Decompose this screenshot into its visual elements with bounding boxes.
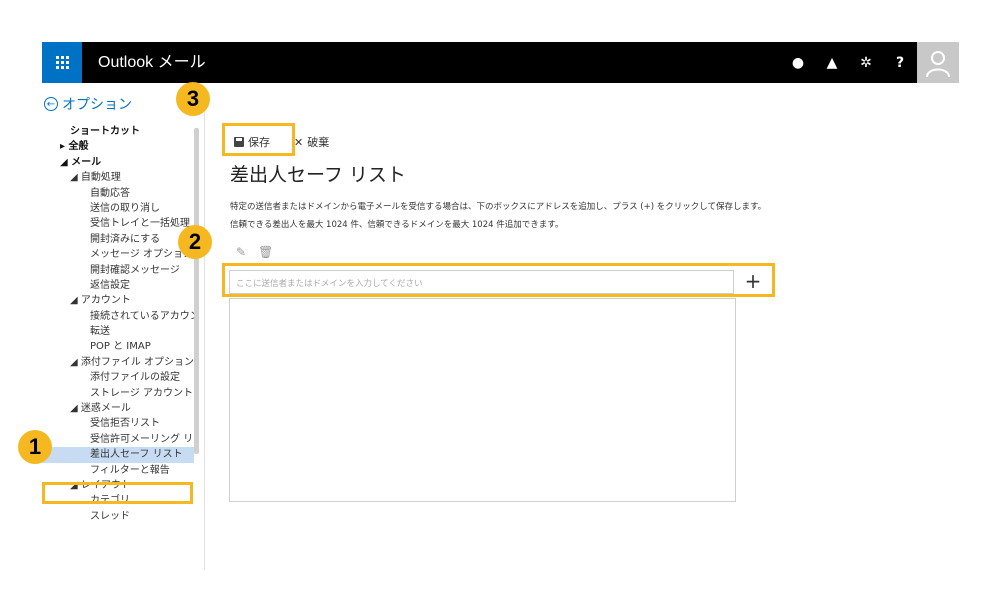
options-back-link[interactable]: ← オプション xyxy=(44,94,132,114)
top-bar: Outlook メール ● ▲ ✲ ? xyxy=(42,42,959,83)
nav-item[interactable]: 受信拒否リスト xyxy=(42,416,194,431)
edit-icon[interactable]: ✎ xyxy=(236,245,246,259)
nav-item-selected[interactable]: 差出人セーフ リスト xyxy=(42,447,194,463)
nav-item[interactable]: ▸ 全般 xyxy=(42,139,194,154)
nav-item[interactable]: 送信の取り消し xyxy=(42,201,194,216)
sender-domain-input[interactable] xyxy=(230,274,732,294)
close-icon: ✕ xyxy=(294,135,304,149)
chat-icon[interactable]: ● xyxy=(781,42,815,83)
nav-item[interactable]: 返信設定 xyxy=(42,278,194,293)
safe-senders-list[interactable] xyxy=(229,298,736,502)
nav-item[interactable]: 開封確認メッセージ xyxy=(42,263,194,278)
pane-divider xyxy=(204,108,205,570)
nav-item[interactable]: 受信トレイと一括処理 xyxy=(42,216,194,231)
description-line-1: 特定の送信者またはドメインから電子メールを受信する場合は、下のボックスにアドレス… xyxy=(230,202,767,212)
nav-item[interactable]: ショートカット xyxy=(42,124,194,139)
nav-item[interactable]: ◢ メール xyxy=(42,155,194,170)
discard-button[interactable]: ✕ 破棄 xyxy=(294,134,329,150)
nav-item[interactable]: 転送 xyxy=(42,324,194,339)
nav-item[interactable]: ◢ アカウント xyxy=(42,293,194,308)
nav-item[interactable]: スレッド xyxy=(42,509,194,524)
page-description: 特定の送信者またはドメインから電子メールを受信する場合は、下のボックスにアドレス… xyxy=(230,198,766,234)
nav-item[interactable]: 自動応答 xyxy=(42,186,194,201)
nav-item[interactable]: ◢ 自動処理 xyxy=(42,170,194,185)
save-label: 保存 xyxy=(248,136,270,149)
app-title[interactable]: Outlook メール xyxy=(98,42,206,83)
nav-item[interactable]: ◢ 迷惑メール xyxy=(42,401,194,416)
nav-item[interactable]: フィルターと報告 xyxy=(42,463,194,478)
add-button[interactable]: + xyxy=(742,270,764,294)
discard-label: 破棄 xyxy=(307,136,330,149)
list-actions: ✎ 🗑 xyxy=(236,245,273,259)
nav-item[interactable]: メッセージ オプション xyxy=(42,247,194,262)
toolbar: 保存 ✕ 破棄 xyxy=(228,130,329,154)
save-button[interactable]: 保存 xyxy=(228,130,276,154)
page-title: 差出人セーフ リスト xyxy=(230,164,406,186)
bell-icon[interactable]: ▲ xyxy=(815,42,849,83)
nav-item[interactable]: ◢ 添付ファイル オプション xyxy=(42,355,194,370)
nav-item[interactable]: POP と IMAP xyxy=(42,339,194,354)
options-nav: ショートカット ▸ 全般 ◢ メール ◢ 自動処理 自動応答 送信の取り消し 受信トレイと一… xyxy=(42,124,194,572)
app-launcher-button[interactable] xyxy=(42,42,82,83)
save-icon xyxy=(234,137,244,147)
sender-input-box xyxy=(229,270,734,294)
waffle-icon xyxy=(55,56,69,69)
nav-scrollbar[interactable] xyxy=(194,128,199,454)
header-icons: ● ▲ ✲ ? xyxy=(781,42,959,83)
nav-item[interactable]: 接続されているアカウント xyxy=(42,309,194,324)
step-badge-3: 3 xyxy=(176,82,210,116)
options-back-label: オプション xyxy=(62,97,132,113)
nav-item[interactable]: 開封済みにする xyxy=(42,232,194,247)
step-badge-1: 1 xyxy=(18,430,52,464)
nav-item[interactable]: 添付ファイルの設定 xyxy=(42,370,194,385)
gear-icon[interactable]: ✲ xyxy=(849,42,883,83)
help-icon[interactable]: ? xyxy=(883,42,917,83)
step-badge-2: 2 xyxy=(178,225,212,259)
nav-item[interactable]: カテゴリ xyxy=(42,493,194,508)
description-line-2: 信頼できる差出人を最大 1024 件、信頼できるドメインを最大 1024 件追加… xyxy=(230,220,564,230)
avatar[interactable] xyxy=(917,42,959,83)
nav-item[interactable]: ◢ レイアウト xyxy=(42,478,194,493)
nav-item[interactable]: 受信許可メーリング リスト xyxy=(42,432,194,447)
nav-item[interactable]: ストレージ アカウント xyxy=(42,386,194,401)
delete-icon[interactable]: 🗑 xyxy=(258,245,273,259)
user-icon xyxy=(926,50,950,77)
back-arrow-icon: ← xyxy=(44,97,58,111)
